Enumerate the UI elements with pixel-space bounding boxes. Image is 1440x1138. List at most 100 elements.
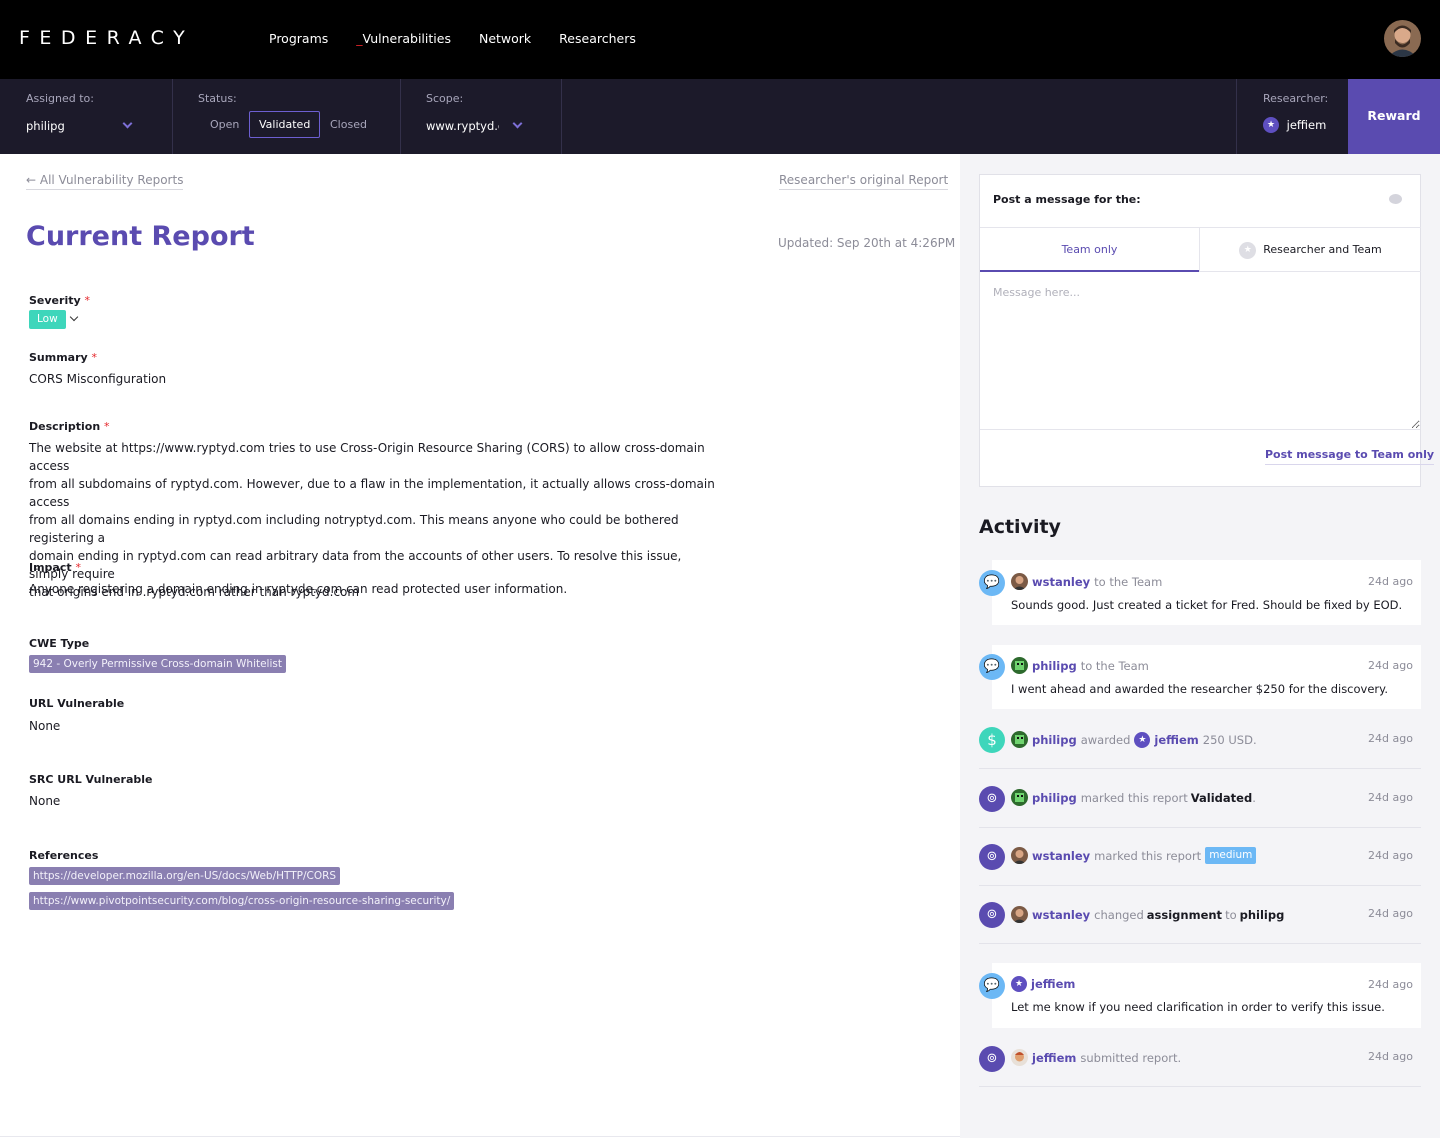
radar-icon: ⊚	[979, 786, 1005, 812]
activity-time: 24d ago	[1368, 1050, 1413, 1063]
user-avatar	[1011, 906, 1028, 923]
activity-user[interactable]: jeffiem	[1031, 977, 1075, 991]
activity-target[interactable]: jeffiem	[1154, 733, 1198, 747]
user-avatar	[1011, 1049, 1028, 1066]
star-icon: ★	[1011, 976, 1027, 992]
chat-bubble-icon: 💬	[979, 654, 1005, 680]
researcher-value[interactable]: ★ jeffiem	[1263, 117, 1326, 133]
activity-action: awarded	[1080, 732, 1131, 747]
cwe-tag: 942 - Overly Permissive Cross-domain Whi…	[29, 655, 286, 673]
description-value: The website at https://www.ryptyd.com tr…	[29, 441, 715, 599]
researcher-name: jeffiem	[1286, 117, 1327, 132]
post-message-button[interactable]: Post message to Team only	[1265, 448, 1435, 465]
user-avatar[interactable]	[1384, 20, 1421, 57]
activity-card	[992, 645, 1421, 709]
star-icon: ★	[1239, 241, 1257, 259]
activity-message: Sounds good. Just created a ticket for F…	[1011, 598, 1403, 612]
assigned-filter[interactable]: Assigned to: philipg	[0, 79, 173, 154]
radar-icon: ⊚	[979, 902, 1005, 928]
severity-label: Severity *	[29, 294, 90, 307]
federacy-logo[interactable]: FEDERACY	[19, 27, 194, 49]
activity-message: I went ahead and awarded the researcher …	[1011, 682, 1388, 696]
page-title: Current Report	[26, 221, 255, 252]
all-reports-link[interactable]: ← All Vulnerability Reports	[26, 173, 184, 190]
nav-vulnerabilities-label: Vulnerabilities	[362, 31, 451, 46]
impact-label: Impact *	[29, 561, 81, 574]
src-url-value: None	[29, 794, 61, 808]
scope-value: www.ryptyd.cc	[426, 119, 499, 133]
cwe-label: CWE Type	[29, 637, 90, 650]
chevron-down-icon[interactable]	[122, 118, 133, 129]
activity-user[interactable]: wstanley	[1032, 575, 1090, 589]
activity-time: 24d ago	[1368, 907, 1413, 920]
activity-action: marked this report	[1094, 848, 1202, 863]
message-composer: Post a message for the: Team only ★ Resea…	[979, 174, 1435, 487]
chevron-down-icon[interactable]	[512, 118, 523, 129]
severity-medium-badge: medium	[1205, 847, 1257, 864]
reference-link[interactable]: https://www.pivotpointsecurity.com/blog/…	[29, 892, 455, 910]
activity-user[interactable]: philipg	[1032, 791, 1077, 805]
message-input[interactable]	[980, 273, 1420, 430]
original-report-link[interactable]: Researcher's original Report	[779, 173, 949, 190]
impact-value: Anyone registering a domain ending in ry…	[29, 582, 568, 596]
activity-user[interactable]: wstanley	[1032, 908, 1090, 922]
activity-action: submitted report.	[1080, 1050, 1182, 1065]
activity-title: Activity	[979, 516, 1061, 538]
radar-icon: ⊚	[979, 844, 1005, 870]
references-label: References	[29, 849, 99, 862]
status-validated[interactable]: Validated	[249, 111, 321, 138]
scope-filter[interactable]: Scope: www.ryptyd.cc	[401, 79, 562, 154]
updated-timestamp: Updated: Sep 20th at 4:26PM	[778, 236, 956, 250]
star-icon: ★	[1134, 731, 1151, 748]
assigned-value: philipg	[26, 119, 65, 133]
activity-value: Validated	[1190, 790, 1253, 805]
nav-programs[interactable]: Programs	[269, 31, 328, 46]
summary-label: Summary *	[29, 351, 98, 364]
activity-time: 24d ago	[1368, 849, 1413, 862]
activity-value: assignment	[1146, 907, 1223, 922]
chat-bubble-icon: 💬	[979, 570, 1005, 596]
activity-header: wstanley to the Team	[1011, 573, 1162, 590]
chat-bubble-icon	[1389, 194, 1402, 204]
activity-header: philipg marked this report Validated.	[1011, 789, 1256, 806]
url-vulnerable-value: None	[29, 719, 61, 733]
activity-action: to the Team	[1094, 574, 1163, 589]
nav-vulnerabilities[interactable]: _Vulnerabilities	[356, 31, 451, 46]
divider	[979, 943, 1421, 944]
activity-header: philipg to the Team	[1011, 657, 1149, 674]
activity-card	[992, 560, 1421, 625]
activity-header: philipg awarded ★ jeffiem 250 USD.	[1011, 731, 1257, 748]
reward-button[interactable]: Reward	[1348, 79, 1440, 154]
severity-badge[interactable]: Low	[29, 310, 66, 329]
reference-link[interactable]: https://developer.mozilla.org/en-US/docs…	[29, 867, 341, 885]
status-open[interactable]: Open	[200, 111, 249, 138]
nav-researchers[interactable]: Researchers	[559, 31, 636, 46]
activity-user[interactable]: philipg	[1032, 659, 1077, 673]
scope-label: Scope:	[426, 92, 464, 105]
activity-card	[992, 963, 1421, 1028]
activity-header: ★ jeffiem	[1011, 976, 1079, 992]
activity-header: wstanley changed assignment to philipg	[1011, 906, 1287, 923]
status-label: Status:	[198, 92, 237, 105]
status-closed[interactable]: Closed	[320, 111, 377, 138]
activity-amount: 250 USD.	[1202, 732, 1257, 747]
dollar-icon: $	[979, 727, 1005, 753]
activity-user[interactable]: wstanley	[1032, 849, 1090, 863]
chevron-down-icon[interactable]	[69, 312, 79, 322]
activity-action: to the Team	[1080, 658, 1149, 673]
activity-time: 24d ago	[1368, 978, 1413, 991]
user-avatar	[1011, 657, 1028, 674]
activity-user[interactable]: jeffiem	[1032, 1051, 1076, 1065]
user-avatar	[1011, 731, 1028, 748]
activity-user[interactable]: philipg	[1032, 733, 1077, 747]
star-icon: ★	[1263, 117, 1279, 133]
tab-researcher-and-team[interactable]: ★ Researcher and Team	[1199, 227, 1421, 272]
divider	[979, 768, 1421, 769]
activity-time: 24d ago	[1368, 791, 1413, 804]
status-filter: Status: Open Validated Closed	[173, 79, 401, 154]
user-avatar	[1011, 573, 1028, 590]
activity-message: Let me know if you need clarification in…	[1011, 1000, 1385, 1014]
src-url-label: SRC URL Vulnerable	[29, 773, 153, 786]
nav-network[interactable]: Network	[479, 31, 531, 46]
tab-team-only[interactable]: Team only	[980, 227, 1199, 272]
